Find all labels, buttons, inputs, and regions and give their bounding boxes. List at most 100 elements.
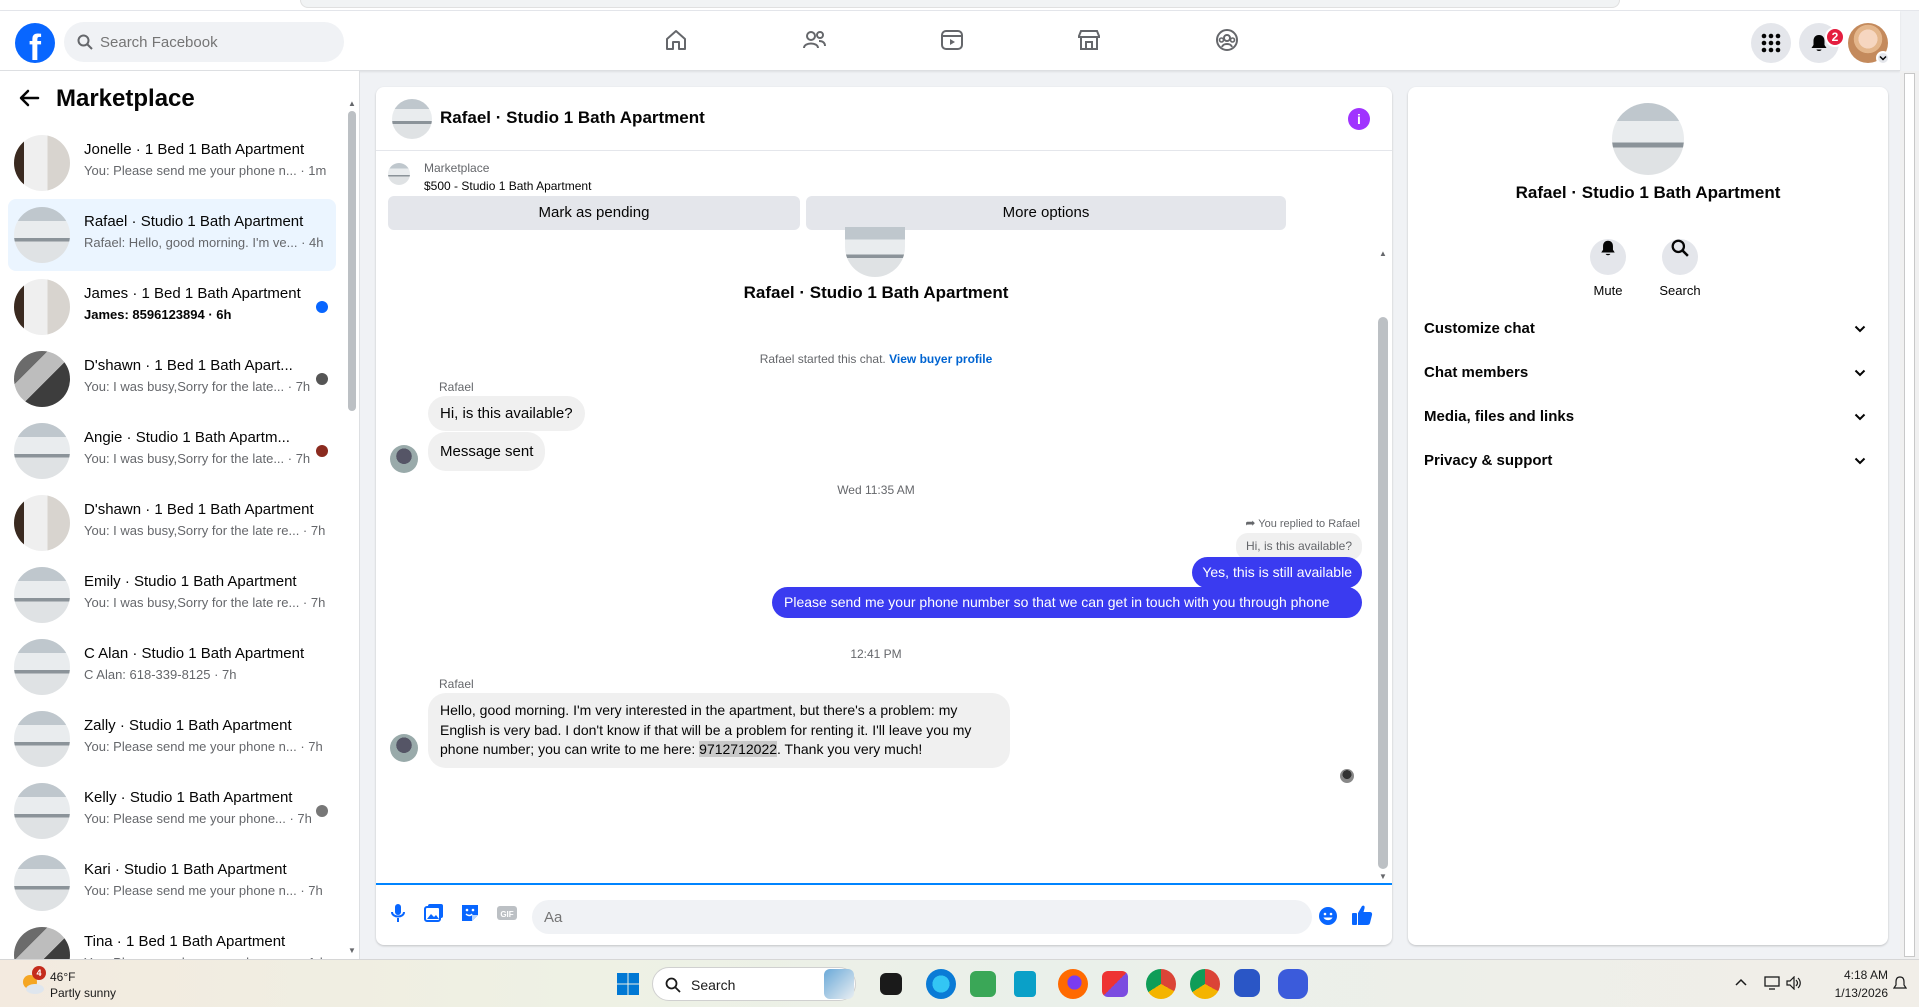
conversation-item[interactable]: Kari · Studio 1 Bath Apartment You: Pleas… [8,847,336,919]
search-highlight-app-icon[interactable] [824,969,854,999]
info-icon[interactable]: i [1348,108,1370,130]
menu-button[interactable] [1751,23,1791,63]
friends-tab[interactable] [792,23,836,59]
reply-icon: ➦ [1245,516,1256,530]
gif-icon[interactable]: GIF [496,903,518,923]
mute-button[interactable]: Mute [1578,230,1638,298]
conversation-item[interactable]: Zally · Studio 1 Bath Apartment You: Plea… [8,703,336,775]
windows-start-icon[interactable] [616,972,640,996]
sender-avatar[interactable] [390,445,418,473]
account-chevron-icon[interactable] [1876,51,1890,65]
message-input[interactable] [532,900,1312,934]
chat-details-panel: Rafael · Studio 1 Bath Apartment Mute Se… [1408,87,1888,945]
search-icon [665,977,681,993]
bell-icon [1601,240,1615,256]
mark-as-pending-button[interactable]: Mark as pending [388,196,800,230]
emoji-icon[interactable] [1318,906,1338,926]
incoming-message[interactable]: Hello, good morning. I'm very interested… [428,693,1010,768]
message-text: . Thank you very much! [777,741,923,757]
conversation-name: Rafael · Studio 1 Bath Apartment [84,213,304,230]
clock-date[interactable]: 1/13/2026 [1818,986,1888,1000]
address-bar[interactable] [300,0,1620,8]
edge-browser-icon[interactable] [926,969,956,999]
page-title: Marketplace [56,85,195,112]
conversation-item[interactable]: Jonelle · 1 Bed 1 Bath Apartment You: Ple… [8,127,336,199]
sender-avatar[interactable] [390,734,418,762]
search-input[interactable] [100,22,330,62]
sender-name: Rafael [439,380,474,394]
conversation-item[interactable]: Emily · Studio 1 Bath Apartment You: I wa… [8,559,336,631]
firefox-icon[interactable] [1058,969,1088,999]
sticker-icon[interactable] [460,903,480,923]
more-options-button[interactable]: More options [806,196,1286,230]
chevron-up-icon[interactable] [1734,976,1748,990]
chat-avatar[interactable] [392,99,432,139]
clock-time[interactable]: 4:18 AM [1818,968,1888,982]
quoted-message[interactable]: Hi, is this available? [1235,533,1362,560]
marketplace-icon [1078,30,1100,50]
listing-thumbnail[interactable] [388,163,410,185]
facebook-logo[interactable]: f [15,23,55,68]
network-icon[interactable] [1764,976,1780,990]
snipping-tool-icon[interactable] [1102,971,1128,997]
conversation-preview: You: Please send me your phone... · 7h [84,811,312,826]
like-thumb-icon[interactable] [1350,903,1374,927]
conversation-thumbnail [14,279,70,335]
incoming-message[interactable]: Hi, is this available? [428,396,585,431]
conversation-item[interactable]: James · 1 Bed 1 Bath Apartment James: 859… [8,271,336,343]
marketplace-tab[interactable] [1067,23,1111,59]
listing-price[interactable]: $500 - Studio 1 Bath Apartment [424,179,591,193]
chrome-icon[interactable] [1146,969,1176,999]
sidebar-scrollbar[interactable]: ▲ ▼ [345,97,359,959]
read-receipt-avatar [1340,769,1354,783]
weather-temperature[interactable]: 46°F [50,970,75,984]
row-label: Chat members [1424,364,1529,381]
conversation-name: Kelly · Studio 1 Bath Apartment [84,789,293,806]
photo-icon[interactable] [424,903,444,923]
incoming-message[interactable]: Message sent [428,432,546,471]
vpn-shield-icon[interactable] [1234,969,1260,997]
volume-icon[interactable] [1786,976,1802,990]
game-app-icon[interactable] [1278,969,1308,999]
conversation-item[interactable]: Rafael · Studio 1 Bath Apartment Rafael: … [8,199,336,271]
search-box[interactable] [64,22,344,62]
task-view-icon[interactable] [880,973,902,995]
conversation-thumbnail [14,783,70,839]
privacy-support-row[interactable]: Privacy & support [1416,439,1880,483]
chrome-profile-icon[interactable] [1190,969,1220,999]
view-buyer-profile-link[interactable]: View buyer profile [889,352,992,366]
replied-to-text: You replied to Rafael [1258,518,1360,530]
search-conversation-button[interactable]: Search [1650,230,1710,298]
customize-chat-row[interactable]: Customize chat [1416,307,1880,351]
messages-scrollbar[interactable]: ▲ ▼ [1375,247,1391,883]
weather-description[interactable]: Partly sunny [50,986,116,1000]
home-tab[interactable] [654,23,698,59]
conversation-name: Tina · 1 Bed 1 Bath Apartment [84,933,286,950]
conversation-item[interactable]: D'shawn · 1 Bed 1 Bath Apart... You: I wa… [8,343,336,415]
conversation-item[interactable]: Kelly · Studio 1 Bath Apartment You: Plea… [8,775,336,847]
back-arrow-icon[interactable] [18,87,40,109]
conversation-thumbnail [14,207,70,263]
details-avatar[interactable] [1612,103,1684,175]
conversation-thumbnail [14,135,70,191]
svg-text:GIF: GIF [500,910,513,919]
conversation-item[interactable]: D'shawn · 1 Bed 1 Bath Apartment You: I w… [8,487,336,559]
outgoing-message[interactable]: Yes, this is still available [1192,557,1362,588]
microphone-icon[interactable] [390,903,406,923]
outgoing-message[interactable]: Please send me your phone number so that… [772,587,1362,618]
conversation-item[interactable]: Angie · Studio 1 Bath Apartm... You: I wa… [8,415,336,487]
chat-members-row[interactable]: Chat members [1416,351,1880,395]
app-icon[interactable] [1014,971,1036,997]
groups-tab[interactable] [1205,23,1249,59]
conversation-item[interactable]: Tina · 1 Bed 1 Bath ApartmentYou: Please… [8,919,336,959]
spreadsheet-app-icon[interactable] [970,971,996,997]
message-thread: Rafael · Studio 1 Bath Apartment Rafael … [376,227,1376,873]
row-label: Privacy & support [1424,452,1553,469]
notification-center-icon[interactable] [1893,976,1907,992]
chevron-down-icon [1854,369,1866,377]
page-scrollbar[interactable] [1900,71,1919,959]
chat-title[interactable]: Rafael · Studio 1 Bath Apartment [440,108,705,128]
video-tab[interactable] [930,23,974,59]
conversation-item[interactable]: C Alan · Studio 1 Bath Apartment C Alan: … [8,631,336,703]
media-files-links-row[interactable]: Media, files and links [1416,395,1880,439]
